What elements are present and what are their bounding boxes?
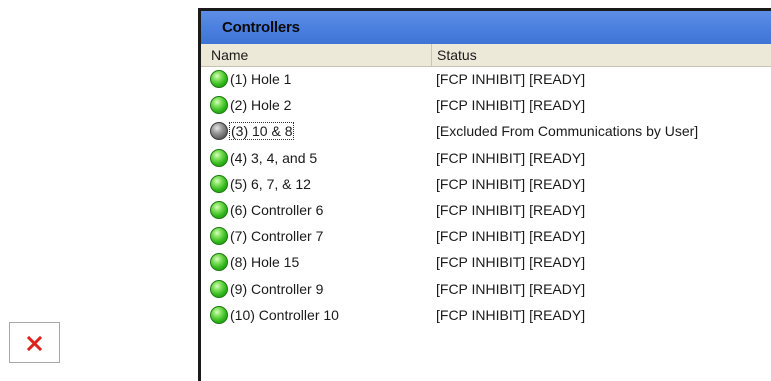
controller-status: [FCP INHIBIT] [READY]	[436, 201, 586, 218]
status-ok-icon	[210, 227, 228, 246]
controller-row[interactable]: (7) Controller 7 [FCP INHIBIT] [READY]	[201, 224, 771, 250]
controller-name: (10) Controller 10	[230, 306, 339, 323]
controller-status: [FCP INHIBIT] [READY]	[436, 175, 586, 192]
status-ok-icon	[210, 305, 228, 324]
controller-name: (5) 6, 7, & 12	[230, 175, 311, 192]
controller-name: (6) Controller 6	[230, 201, 324, 218]
controller-name: (4) 3, 4, and 5	[230, 149, 318, 166]
controller-name: (2) Hole 2	[230, 97, 292, 114]
controller-row[interactable]: (5) 6, 7, & 12 [FCP INHIBIT] [READY]	[201, 172, 771, 198]
controller-row[interactable]: (1) Hole 1 [FCP INHIBIT] [READY]	[201, 67, 771, 93]
list-header: Name Status	[201, 44, 771, 67]
status-ok-icon	[210, 96, 228, 115]
column-header-status[interactable]: Status	[431, 44, 477, 66]
controller-row[interactable]: (2) Hole 2 [FCP INHIBIT] [READY]	[201, 93, 771, 119]
controller-status: [FCP INHIBIT] [READY]	[436, 306, 586, 323]
broken-image-icon	[26, 335, 43, 352]
controller-status: [Excluded From Communications by User]	[436, 123, 699, 140]
controller-row[interactable]: (4) 3, 4, and 5 [FCP INHIBIT] [READY]	[201, 146, 771, 172]
status-ok-icon	[210, 253, 228, 272]
controller-status: [FCP INHIBIT] [READY]	[436, 254, 586, 271]
status-excluded-icon	[210, 122, 228, 141]
controller-name: (9) Controller 9	[230, 280, 324, 297]
controller-name: (3) 10 & 8	[228, 122, 295, 141]
controller-row[interactable]: (6) Controller 6 [FCP INHIBIT] [READY]	[201, 198, 771, 224]
status-ok-icon	[210, 279, 228, 298]
panel-title-bar: Controllers	[201, 11, 771, 44]
status-ok-icon	[210, 200, 228, 219]
controller-name: (1) Hole 1	[230, 71, 292, 87]
status-ok-icon	[210, 148, 228, 167]
controllers-panel: Controllers Name Status (1) Hole 1 [FCP …	[198, 8, 771, 381]
controller-name: (7) Controller 7	[230, 228, 324, 245]
controller-status: [FCP INHIBIT] [READY]	[436, 149, 586, 166]
controller-status: [FCP INHIBIT] [READY]	[436, 97, 586, 114]
controller-status: [FCP INHIBIT] [READY]	[436, 280, 586, 297]
controller-status: [FCP INHIBIT] [READY]	[436, 71, 586, 87]
controllers-list: (1) Hole 1 [FCP INHIBIT] [READY] (2) Hol…	[201, 67, 771, 329]
controller-row[interactable]: (10) Controller 10 [FCP INHIBIT] [READY]	[201, 303, 771, 329]
controller-row[interactable]: (9) Controller 9 [FCP INHIBIT] [READY]	[201, 277, 771, 303]
controller-status: [FCP INHIBIT] [READY]	[436, 228, 586, 245]
broken-image-placeholder	[9, 322, 60, 363]
controller-row[interactable]: (3) 10 & 8 [Excluded From Communications…	[201, 119, 771, 145]
status-ok-icon	[210, 174, 228, 193]
controller-row[interactable]: (8) Hole 15 [FCP INHIBIT] [READY]	[201, 250, 771, 276]
panel-title: Controllers	[222, 19, 300, 36]
controller-name: (8) Hole 15	[230, 254, 300, 271]
column-header-name[interactable]: Name	[211, 47, 248, 63]
status-ok-icon	[210, 70, 228, 88]
